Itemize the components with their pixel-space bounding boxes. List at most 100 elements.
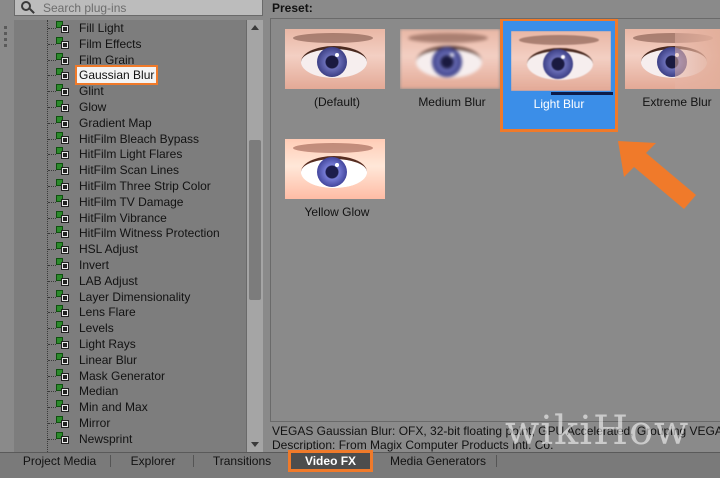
panel-gripper[interactable] [3,26,9,52]
tree-item[interactable]: Min and Max [14,399,246,415]
tree-item[interactable]: HitFilm Vibrance [14,210,246,226]
preset-default[interactable]: (Default) [277,19,389,127]
tree-item[interactable]: Gradient Map [14,115,246,131]
tree-item[interactable]: HitFilm Three Strip Color [14,178,246,194]
plugin-icon [56,68,69,81]
tree-item-label: Glow [79,99,107,114]
tab-explorer[interactable]: Explorer [118,453,188,469]
tab-media-generators[interactable]: Media Generators [382,453,494,469]
tab-project-media[interactable]: Project Media [12,453,107,469]
search-input[interactable] [43,0,243,15]
tree-item-label: Median [79,384,119,399]
tree-connector [48,407,56,409]
preview-progress-bar [551,92,613,95]
plugin-icon [56,368,69,382]
plugin-icon [56,242,69,255]
tree-item[interactable]: HitFilm Scan Lines [14,162,246,178]
tree-item[interactable]: Newsprint [14,431,246,447]
tree-item[interactable]: Gaussian Blur [14,65,246,86]
tree-item-label: Film Effects [79,36,142,51]
tree-connector [48,280,56,282]
tree-connector [48,264,56,266]
scrollbar-thumb[interactable] [249,140,261,300]
tree-item[interactable]: Glint [14,83,246,99]
preset-light-blur[interactable]: Light Blur [500,19,618,132]
tree-item[interactable]: HitFilm Bleach Bypass [14,131,246,147]
tree-item[interactable]: Layer Dimensionality [14,289,246,305]
tree-item-label: Mirror [79,415,111,430]
plugin-icon [56,52,69,66]
tree-item[interactable]: HitFilm Witness Protection [14,225,246,241]
search-box[interactable] [14,0,263,16]
tree-connector [48,75,56,77]
plugin-icon [56,99,69,113]
tree-connector [48,422,56,424]
tree-scrollbar[interactable] [246,20,263,452]
tree-connector [48,122,56,124]
tree-connector [48,28,56,29]
plugin-icon [56,257,69,271]
preset-medium-blur[interactable]: Medium Blur [392,19,504,127]
plugin-icon [56,36,69,50]
plugin-icon [56,336,69,350]
tab-separator [496,455,497,467]
tree-item[interactable]: Linear Blur [14,352,246,368]
tree-item[interactable]: Levels [14,320,246,336]
watermark-logo: wikiHow [505,408,690,454]
preset-yellow-glow[interactable]: Yellow Glow [277,129,389,237]
tree-connector [48,312,56,314]
plugin-icon [56,194,69,208]
tab-video-fx[interactable]: Video FX [288,450,373,472]
plugin-icon [56,415,69,429]
tree-item[interactable]: Light Rays [14,336,246,352]
plugin-icon [56,147,69,160]
tree-item[interactable]: Invert [14,257,246,273]
preset-thumbnail [625,29,720,89]
tree-item-label: HitFilm Light Flares [79,147,183,162]
tree-connector [48,375,56,377]
plugin-icon [56,178,69,192]
scroll-up-icon[interactable] [251,25,259,30]
tree-item-label: Linear Blur [79,352,138,367]
tree-item[interactable]: Mask Generator [14,368,246,384]
tree-item-label: HitFilm TV Damage [79,194,184,209]
plugin-icon [56,131,69,145]
tree-item[interactable]: LAB Adjust [14,273,246,289]
tree-connector [48,328,56,330]
plugin-icon [56,289,69,303]
tree-connector [48,343,56,345]
tree-item[interactable]: Film Effects [14,36,246,52]
tree-item-label: Levels [79,321,114,336]
tree-item[interactable]: HitFilm TV Damage [14,194,246,210]
tree-item[interactable]: Lens Flare [14,304,246,320]
tree-connector [48,154,56,156]
tree-item-label: Glint [79,84,104,99]
tree-connector [48,185,56,187]
preset-thumbnail [400,29,500,89]
tree-item-label: Min and Max [79,400,148,415]
tab-transitions[interactable]: Transitions [201,453,283,469]
tree-item[interactable]: Film Grain [14,52,246,68]
preset-header: Preset: [272,1,313,15]
preset-label: Light Blur [533,97,585,111]
tree-item[interactable]: Fill Light [14,20,246,36]
plugin-icon [56,163,69,176]
tree-item-label: HitFilm Witness Protection [79,226,220,241]
tree-item[interactable]: HitFilm Light Flares [14,146,246,162]
tree-item[interactable]: Mirror [14,415,246,431]
tree-item[interactable]: HSL Adjust [14,241,246,257]
plugin-icon [56,273,69,287]
tree-connector [48,170,56,172]
tree-item-label: Lens Flare [79,305,136,320]
plugin-icon [56,321,69,334]
tree-item[interactable]: Glow [14,99,246,115]
plugin-icon [56,115,69,129]
tree-item-label: Film Grain [79,52,135,67]
tree-item[interactable]: Median [14,383,246,399]
preset-label: Medium Blur [418,95,486,109]
tab-separator [110,455,111,467]
preset-extreme-blur[interactable]: Extreme Blur [617,19,720,127]
scroll-down-icon[interactable] [251,442,259,447]
tree-connector [48,138,56,140]
preset-thumbnail [285,139,385,199]
